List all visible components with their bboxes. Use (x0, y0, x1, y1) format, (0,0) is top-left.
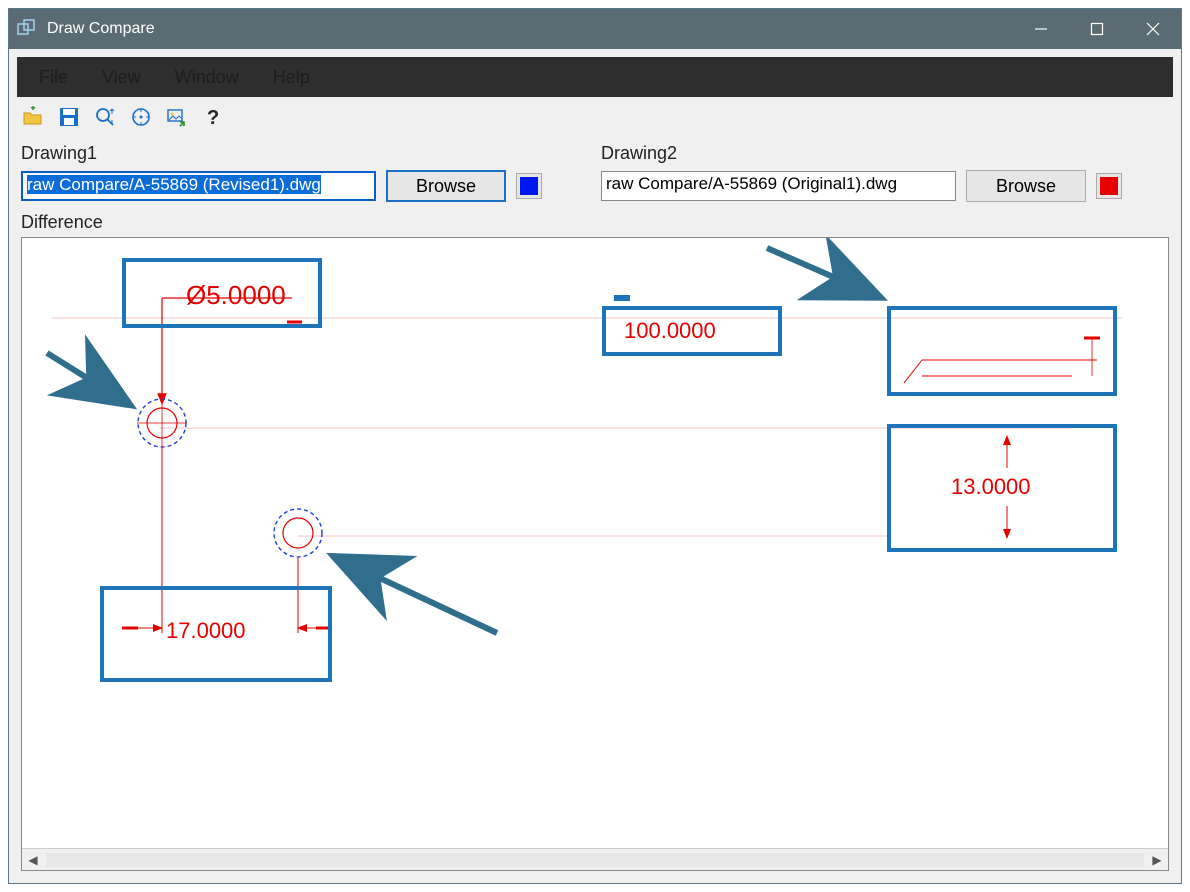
scroll-left-arrow[interactable]: ◀ (22, 849, 44, 871)
drawing1-path-input[interactable]: raw Compare/A-55869 (Revised1).dwg (21, 171, 376, 201)
open-folder-icon[interactable] (21, 105, 45, 129)
maximize-button[interactable] (1069, 9, 1125, 49)
highlight-box (887, 306, 1117, 396)
svg-text:?: ? (207, 107, 219, 128)
app-window: Draw Compare File View Window Help (8, 8, 1182, 884)
menu-window[interactable]: Window (163, 61, 251, 94)
dim-17: 17.0000 (166, 618, 246, 644)
app-icon (17, 19, 37, 39)
minimize-button[interactable] (1013, 9, 1069, 49)
zoom-extents-icon[interactable] (93, 105, 117, 129)
window-title: Draw Compare (47, 20, 155, 38)
highlight-box: 17.0000 (100, 586, 332, 682)
drawing1-label: Drawing1 (21, 143, 571, 164)
highlight-box: 13.0000 (887, 424, 1117, 552)
highlight-box: 100.0000 (602, 306, 782, 356)
difference-label: Difference (9, 206, 1181, 237)
titlebar: Draw Compare (9, 9, 1181, 49)
help-icon[interactable]: ? (201, 105, 225, 129)
menubar: File View Window Help (17, 57, 1173, 97)
menu-file[interactable]: File (27, 61, 80, 94)
drawing1-group: Drawing1 raw Compare/A-55869 (Revised1).… (21, 143, 571, 202)
drawing1-browse-button[interactable]: Browse (386, 170, 506, 202)
image-export-icon[interactable] (165, 105, 189, 129)
scroll-right-arrow[interactable]: ▶ (1146, 849, 1168, 871)
drawing1-color-swatch[interactable] (516, 173, 542, 199)
menu-help[interactable]: Help (261, 61, 322, 94)
scroll-track[interactable] (46, 853, 1144, 867)
menu-view[interactable]: View (90, 61, 153, 94)
save-disk-icon[interactable] (57, 105, 81, 129)
zoom-window-icon[interactable] (129, 105, 153, 129)
drawing2-group: Drawing2 raw Compare/A-55869 (Original1)… (601, 143, 1151, 202)
highlight-box: Ø5.0000 (122, 258, 322, 328)
drawing2-label: Drawing2 (601, 143, 1151, 164)
drawing2-path-input[interactable]: raw Compare/A-55869 (Original1).dwg (601, 171, 956, 201)
close-button[interactable] (1125, 9, 1181, 49)
dim-100: 100.0000 (624, 318, 716, 344)
difference-canvas: Ø5.0000 100.0000 13.0000 17.0000 (22, 238, 1168, 758)
drawings-row: Drawing1 raw Compare/A-55869 (Revised1).… (9, 137, 1181, 206)
toolbar: ? (9, 97, 1181, 137)
drawing2-browse-button[interactable]: Browse (966, 170, 1086, 202)
drawing2-color-swatch[interactable] (1096, 173, 1122, 199)
difference-viewport[interactable]: Ø5.0000 100.0000 13.0000 17.0000 (21, 237, 1169, 871)
dim-13: 13.0000 (951, 474, 1031, 500)
dim-diameter: Ø5.0000 (186, 280, 286, 311)
horizontal-scrollbar[interactable]: ◀ ▶ (22, 848, 1168, 870)
